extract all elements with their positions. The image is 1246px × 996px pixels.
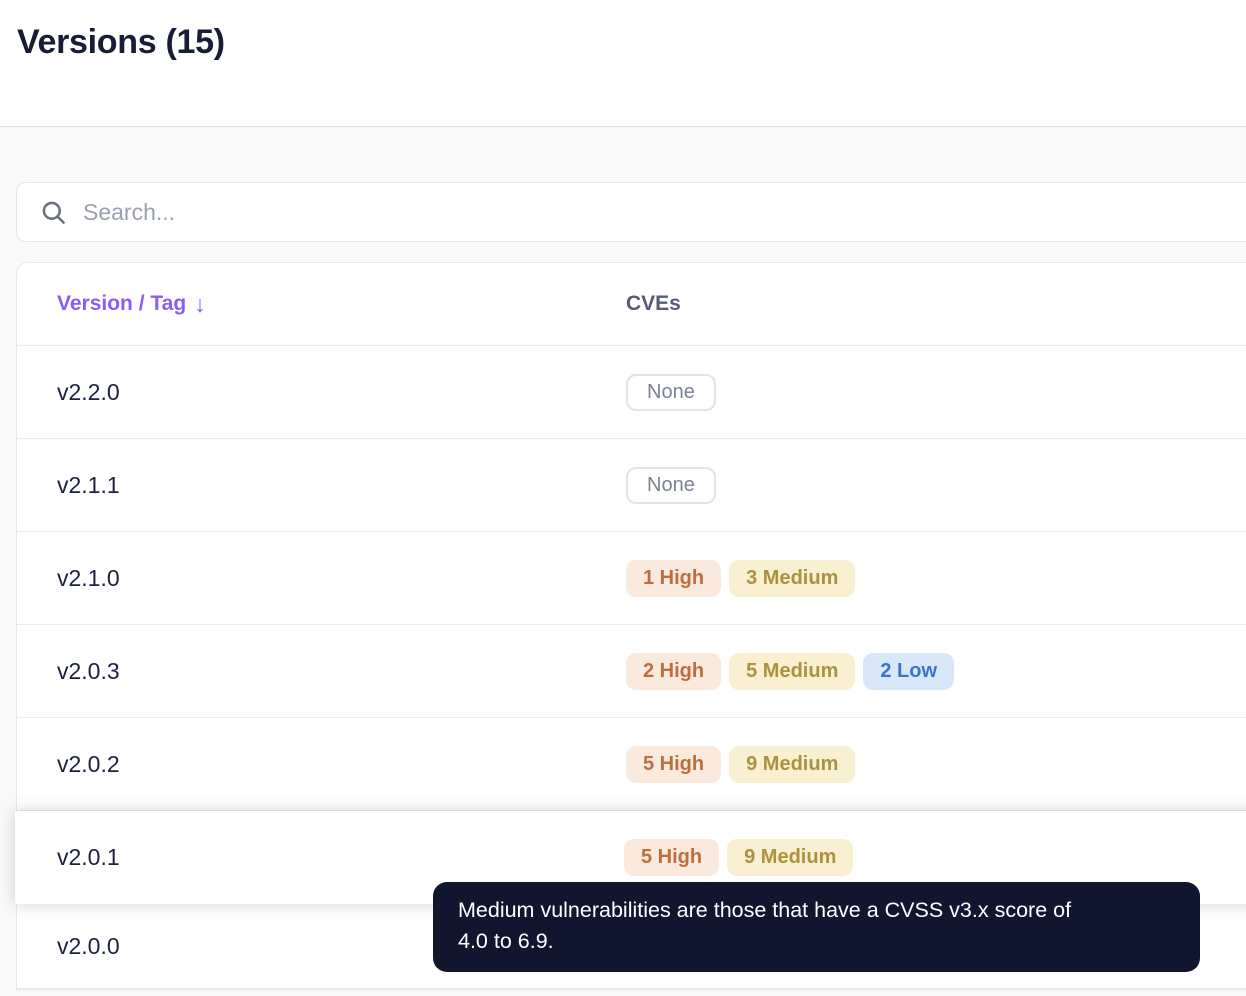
- table-row[interactable]: v2.2.0 None: [17, 346, 1246, 439]
- version-cell: v2.2.0: [57, 378, 120, 405]
- table-row[interactable]: v2.0.3 2 High 5 Medium 2 Low: [17, 625, 1246, 718]
- cve-badge-high[interactable]: 2 High: [626, 652, 722, 690]
- search-bar[interactable]: [16, 182, 1246, 242]
- table-header-row: Version / Tag ↓ CVEs: [17, 263, 1246, 346]
- version-cell: v2.1.0: [57, 564, 120, 591]
- cve-badge-high[interactable]: 5 High: [624, 839, 720, 876]
- sort-descending-icon: ↓: [194, 290, 206, 317]
- version-cell: v2.0.2: [57, 750, 120, 777]
- search-input[interactable]: [83, 198, 1246, 226]
- tooltip-line-2: 4.0 to 6.9.: [458, 929, 554, 953]
- cve-badge-none[interactable]: None: [626, 466, 716, 504]
- page-title: Versions (15): [17, 23, 225, 61]
- cves-cell: 5 High 9 Medium: [626, 745, 1246, 783]
- cves-cell: 2 High 5 Medium 2 Low: [626, 652, 1246, 690]
- column-header-cves: CVEs: [626, 292, 681, 315]
- table-row[interactable]: v2.1.1 None: [17, 439, 1246, 532]
- cve-badge-medium[interactable]: 3 Medium: [729, 559, 856, 597]
- version-cell: v2.1.1: [57, 471, 120, 498]
- cve-badge-low[interactable]: 2 Low: [863, 652, 955, 690]
- cves-cell: None: [626, 373, 1246, 411]
- cve-badge-medium[interactable]: 9 Medium: [727, 839, 854, 876]
- cve-badge-medium[interactable]: 9 Medium: [729, 745, 856, 783]
- search-icon: [42, 201, 65, 224]
- table-row[interactable]: v2.1.0 1 High 3 Medium: [17, 532, 1246, 625]
- cve-badge-high[interactable]: 5 High: [626, 745, 722, 783]
- cves-cell: None: [626, 466, 1246, 504]
- cve-badge-medium[interactable]: 5 Medium: [729, 652, 856, 690]
- versions-page: Versions (15) Version / Tag ↓ CVEs v2.2.…: [0, 0, 1246, 996]
- cve-badge-none[interactable]: None: [626, 373, 716, 411]
- versions-table: Version / Tag ↓ CVEs v2.2.0 None v2.1.1 Non…: [15, 262, 1246, 990]
- tooltip-line-1: Medium vulnerabilities are those that ha…: [458, 898, 1072, 922]
- cves-cell: 1 High 3 Medium: [626, 559, 1246, 597]
- page-header: Versions (15): [0, 0, 1246, 127]
- version-cell: v2.0.3: [57, 657, 120, 684]
- table-row[interactable]: v2.0.2 5 High 9 Medium: [17, 718, 1246, 811]
- cve-badge-high[interactable]: 1 High: [626, 559, 722, 597]
- version-cell: v2.0.1: [57, 844, 120, 870]
- column-header-version-tag[interactable]: Version / Tag ↓: [17, 291, 626, 318]
- cves-cell: 5 High 9 Medium: [624, 839, 1246, 876]
- column-header-version-label: Version / Tag: [57, 292, 187, 315]
- medium-cve-tooltip: Medium vulnerabilities are those that ha…: [433, 882, 1200, 972]
